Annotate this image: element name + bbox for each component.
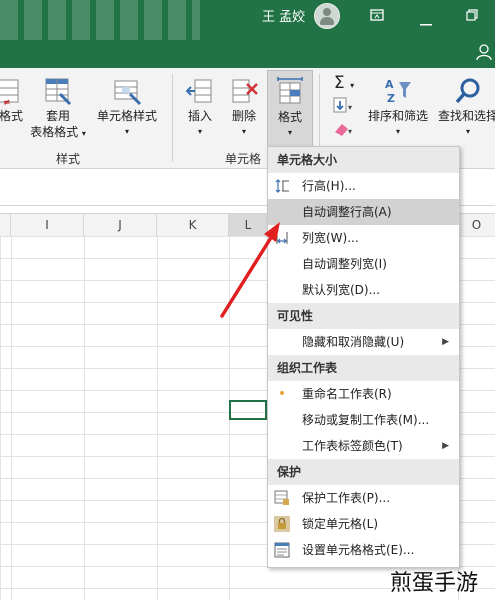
red-arrow-annotation	[220, 222, 280, 318]
watermark-text: 煎蛋手游	[390, 571, 479, 596]
